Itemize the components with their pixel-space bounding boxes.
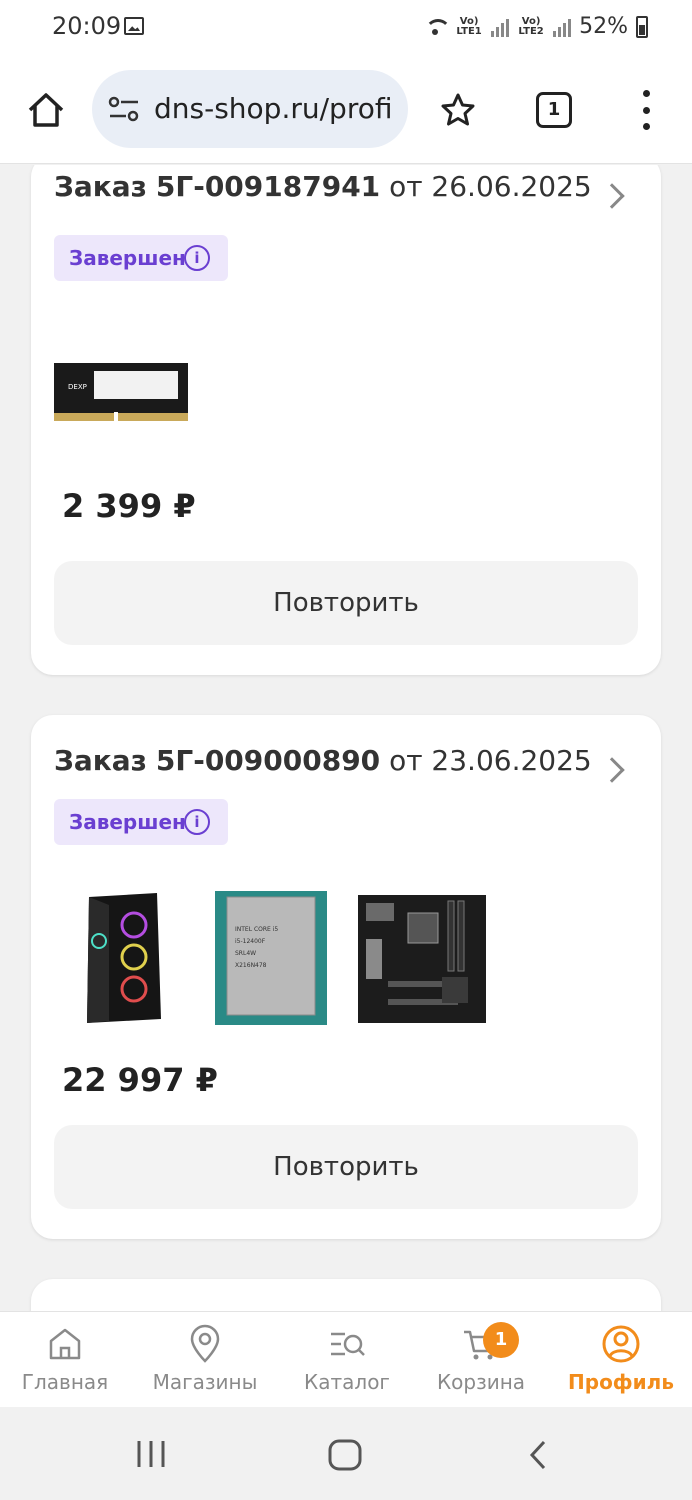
status-icons: Vo) LTE1 Vo) LTE2 52% (423, 14, 648, 39)
sim1-lte-indicator: Vo) LTE1 (456, 15, 482, 37)
product-ram-module-image[interactable]: DEXP (54, 363, 188, 421)
recent-apps-icon[interactable] (134, 1439, 168, 1469)
nav-label: Корзина (436, 1370, 526, 1394)
system-navigation-bar (0, 1407, 692, 1500)
nav-item-stores[interactable]: Магазины (140, 1312, 270, 1408)
browser-toolbar: dns-shop.ru/profi 1 (0, 60, 692, 164)
order-price: 22 997 ₽ (62, 1061, 218, 1099)
browser-home-button[interactable] (26, 90, 66, 130)
wifi-icon (423, 17, 452, 37)
svg-text:DEXP: DEXP (68, 383, 87, 391)
product-cpu-image[interactable]: INTEL CORE i5 i5-12400F SRL4W X216N478 (215, 891, 327, 1025)
home-icon (28, 93, 64, 127)
bookmark-button[interactable] (438, 90, 478, 130)
order-number: 5Г-009000890 (155, 744, 381, 777)
order-date: от 26.06.2025 (389, 170, 592, 203)
signal-1-icon (491, 17, 510, 37)
signal-2-icon (553, 17, 572, 37)
nav-item-cart[interactable]: 1 Корзина (416, 1312, 546, 1408)
nav-label: Главная (21, 1370, 109, 1394)
location-pin-icon (190, 1324, 220, 1363)
order-title[interactable]: Заказ 5Г-009187941 от 26.06.2025 (54, 170, 592, 203)
chevron-right-icon[interactable] (599, 183, 625, 209)
cart-count-badge: 1 (483, 1322, 519, 1358)
address-bar[interactable]: dns-shop.ru/profi (92, 70, 408, 148)
status-text: Завершен (69, 246, 186, 270)
menu-dot-icon (642, 106, 650, 114)
order-title[interactable]: Заказ 5Г-009000890 от 23.06.2025 (54, 744, 592, 777)
nav-item-home[interactable]: Главная (0, 1312, 130, 1408)
nav-label: Профиль (568, 1370, 674, 1394)
product-motherboard-image[interactable] (358, 895, 486, 1023)
status-badge: Завершен i (54, 799, 228, 845)
info-icon[interactable]: i (184, 245, 210, 271)
svg-text:X216N478: X216N478 (235, 962, 267, 969)
svg-text:i5-12400F: i5-12400F (235, 938, 266, 945)
product-pc-case-image[interactable] (79, 891, 163, 1025)
sim2-lte-indicator: Vo) LTE2 (518, 15, 544, 37)
bottom-navigation: Главная Магазины Каталог 1 Корзина Профи… (0, 1311, 692, 1407)
profile-icon (602, 1325, 640, 1363)
nav-item-catalog[interactable]: Каталог (282, 1312, 412, 1408)
orders-list: Заказ 5Г-009187941 от 26.06.2025 Заверше… (0, 165, 692, 1311)
order-card[interactable]: Заказ 5Г-009000890 от 23.06.2025 Заверше… (31, 715, 661, 1239)
nav-label: Каталог (304, 1370, 390, 1394)
gallery-notification-icon (124, 17, 144, 35)
order-label: Заказ (54, 744, 147, 777)
site-settings-icon[interactable] (108, 96, 140, 122)
info-icon[interactable]: i (184, 809, 210, 835)
menu-dot-icon (642, 123, 650, 130)
status-text: Завершен (69, 810, 186, 834)
catalog-search-icon (331, 1332, 365, 1356)
status-bar: 20:09 Vo) LTE1 Vo) LTE2 52% (0, 0, 692, 60)
battery-icon (636, 15, 648, 38)
nav-label: Магазины (152, 1370, 258, 1394)
order-card[interactable]: Заказ 5Г-009187941 от 26.06.2025 Заверше… (31, 165, 661, 675)
url-text: dns-shop.ru/profi (154, 92, 393, 125)
star-icon (441, 93, 475, 126)
svg-text:SRL4W: SRL4W (235, 950, 256, 957)
repeat-order-button[interactable]: Повторить (54, 561, 638, 645)
svg-text:INTEL CORE i5: INTEL CORE i5 (235, 926, 278, 933)
repeat-order-button[interactable]: Повторить (54, 1125, 638, 1209)
system-home-icon[interactable] (328, 1439, 362, 1471)
order-date: от 23.06.2025 (389, 744, 592, 777)
order-card[interactable] (31, 1279, 661, 1311)
battery-percent: 52% (579, 14, 628, 39)
back-icon[interactable] (526, 1439, 550, 1471)
nav-item-profile[interactable]: Профиль (556, 1312, 686, 1408)
chevron-right-icon[interactable] (599, 757, 625, 783)
status-time: 20:09 (52, 12, 122, 40)
order-price: 2 399 ₽ (62, 487, 196, 525)
browser-menu-button[interactable] (636, 90, 656, 130)
home-icon (49, 1328, 81, 1360)
order-label: Заказ (54, 170, 147, 203)
status-badge: Завершен i (54, 235, 228, 281)
order-number: 5Г-009187941 (155, 170, 381, 203)
tab-switcher-button[interactable]: 1 (536, 92, 572, 128)
menu-dot-icon (642, 90, 650, 97)
